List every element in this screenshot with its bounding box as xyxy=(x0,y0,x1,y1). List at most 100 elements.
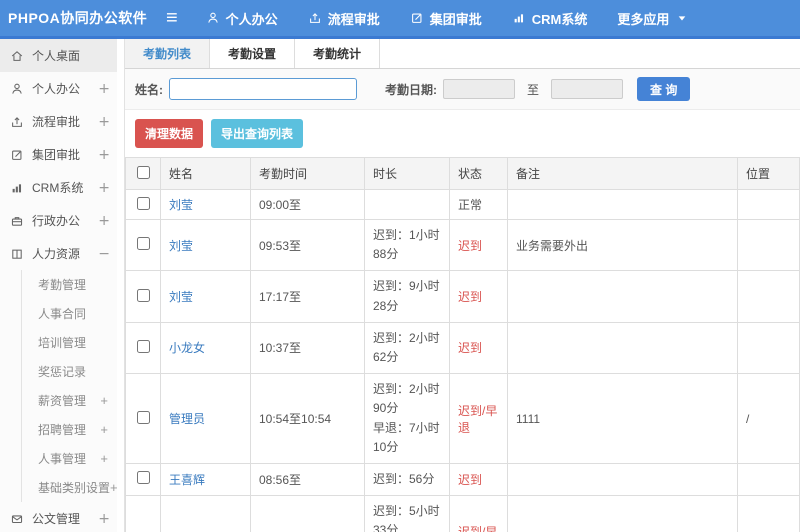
export-list-button[interactable]: 导出查询列表 xyxy=(211,119,304,148)
expand-toggle-icon[interactable]: + xyxy=(98,81,118,97)
nav-item-4[interactable]: CRM系统 xyxy=(512,9,588,28)
date-to-input[interactable] xyxy=(551,79,624,99)
chart-icon xyxy=(10,181,24,195)
nav-item-2[interactable]: 流程审批 xyxy=(308,9,380,28)
status-badge: 迟到/早退 xyxy=(458,525,497,532)
expand-toggle-icon[interactable]: + xyxy=(100,422,124,437)
cell-time: 10:37至 xyxy=(250,321,365,375)
sidebar-subitem-8[interactable]: 基础类别设置 + xyxy=(22,473,124,502)
sidebar-subitem-7[interactable]: 人事管理 + xyxy=(22,444,124,473)
expand-toggle-icon[interactable]: + xyxy=(110,480,124,495)
sidebar-subitem-label: 培训管理 xyxy=(38,336,87,350)
row-checkbox-cell xyxy=(125,495,161,532)
edit-icon xyxy=(10,148,24,162)
select-all-checkbox-cell xyxy=(125,157,161,190)
cell-time: 10:54至10:54 xyxy=(250,373,365,464)
date-from-input[interactable] xyxy=(443,79,515,99)
sidebar-item-3[interactable]: 流程审批 + xyxy=(0,105,124,138)
sidebar-item-1[interactable]: 个人桌面 xyxy=(0,39,124,72)
clean-data-button[interactable]: 清理数据 xyxy=(135,119,204,148)
row-checkbox[interactable] xyxy=(136,471,150,485)
nav-item-label: 更多应用 xyxy=(617,11,670,27)
cell-name: 刘莹 xyxy=(160,218,251,272)
cell-location: / xyxy=(737,373,800,464)
employee-name-link[interactable]: 刘莹 xyxy=(169,239,193,253)
tab-3[interactable]: 考勤统计 xyxy=(295,39,381,68)
cell-name: 王喜辉 xyxy=(160,462,251,497)
cell-duration: 迟到：2小时90分 早退：7小时10分 xyxy=(364,373,450,464)
cell-name: 管理员 xyxy=(160,373,251,464)
cell-location xyxy=(737,218,800,272)
status-badge: 迟到 xyxy=(458,341,483,356)
sidebar-item-2[interactable]: 个人办公 + xyxy=(0,72,124,105)
cell-location xyxy=(737,462,800,497)
nav-item-3[interactable]: 集团审批 xyxy=(410,9,482,28)
sidebar-item-4[interactable]: 集团审批 + xyxy=(0,138,124,171)
column-header: 状态 xyxy=(449,157,508,190)
column-header: 姓名 xyxy=(160,157,251,190)
sidebar-subitem-1[interactable]: 考勤管理 xyxy=(22,270,124,299)
status-badge: 迟到 xyxy=(458,238,483,253)
row-checkbox[interactable] xyxy=(136,288,150,302)
sidebar-item-5[interactable]: CRM系统 + xyxy=(0,171,124,204)
nav-item-5[interactable]: 更多应用 xyxy=(617,9,695,28)
expand-toggle-icon[interactable]: + xyxy=(98,114,118,130)
cell-duration xyxy=(364,189,450,220)
row-checkbox[interactable] xyxy=(136,237,150,251)
attendance-table-area: 姓名 考勤时间 时长 状态 备注 位置 刘莹 09:00至 正常 刘莹 09:53至 迟到：1小时8… xyxy=(125,157,800,532)
expand-toggle-icon[interactable]: + xyxy=(98,213,118,229)
expand-toggle-icon[interactable]: + xyxy=(100,393,124,408)
sidebar-subitem-5[interactable]: 薪资管理 + xyxy=(22,386,124,415)
employee-name-link[interactable]: 刘莹 xyxy=(169,198,193,212)
tab-1[interactable]: 考勤列表 xyxy=(125,39,211,68)
name-filter-input[interactable] xyxy=(169,78,357,100)
nav-item-label: CRM系统 xyxy=(531,11,588,27)
nav-item-label: 流程审批 xyxy=(327,11,380,27)
sidebar-item-6[interactable]: 行政办公 + xyxy=(0,204,124,237)
expand-toggle-icon[interactable]: + xyxy=(98,147,118,163)
table-header-row: 姓名 考勤时间 时长 状态 备注 位置 xyxy=(125,157,800,190)
row-checkbox-cell xyxy=(125,462,161,497)
expand-toggle-icon[interactable]: + xyxy=(100,451,124,466)
sidebar-item-8[interactable]: 公文管理 + xyxy=(0,502,124,532)
row-checkbox[interactable] xyxy=(136,339,150,353)
table-row: 刘莹 09:53至 迟到：1小时88分 迟到 业务需要外出 xyxy=(125,218,800,272)
hamburger-menu-icon[interactable]: ≡ xyxy=(166,8,178,28)
nav-item-1[interactable]: 个人办公 xyxy=(206,9,278,28)
sidebar-subitem-4[interactable]: 奖惩记录 xyxy=(22,357,124,386)
cell-duration: 迟到：1小时88分 xyxy=(364,218,450,272)
row-checkbox-cell xyxy=(125,321,161,375)
expand-toggle-icon[interactable]: − xyxy=(98,246,118,262)
sidebar-subitem-3[interactable]: 培训管理 xyxy=(22,328,124,357)
employee-name-link[interactable]: 王喜辉 xyxy=(169,473,205,487)
sidebar-subitem-label: 奖惩记录 xyxy=(38,365,87,379)
cell-note: 1111 xyxy=(507,373,738,464)
sidebar-subitem-6[interactable]: 招聘管理 + xyxy=(22,415,124,444)
employee-name-link[interactable]: 管理员 xyxy=(169,412,205,426)
cell-status: 迟到 xyxy=(449,462,508,497)
filter-bar: 姓名: 考勤日期: 至 查 询 xyxy=(125,69,800,110)
cell-duration: 迟到：2小时62分 xyxy=(364,321,450,375)
row-checkbox[interactable] xyxy=(136,410,150,424)
sidebar-subitem-2[interactable]: 人事合同 xyxy=(22,299,124,328)
expand-toggle-icon[interactable]: + xyxy=(98,511,118,527)
employee-name-link[interactable]: 刘莹 xyxy=(169,290,193,304)
employee-name-link[interactable]: 小龙女 xyxy=(169,341,205,355)
tab-2[interactable]: 考勤设置 xyxy=(210,39,296,68)
sidebar-subitem-label: 薪资管理 xyxy=(38,394,87,408)
cell-name: 刘莹 xyxy=(160,189,251,220)
table-row: 刘莹 09:00至 正常 xyxy=(125,189,800,220)
expand-toggle-icon[interactable]: + xyxy=(98,180,118,196)
select-all-checkbox[interactable] xyxy=(136,165,150,179)
top-nav: 个人办公 流程审批 集团审批 CRM系统 更多应用 xyxy=(206,9,726,28)
sidebar: 个人桌面 个人办公 + 流程审批 + 集团审批 + CRM系统 + 行政办公 + 人力资源 − 考勤管理人… xyxy=(0,39,125,532)
sidebar-item-label: 行政办公 xyxy=(32,214,81,228)
table-row: 王喜辉 08:56至 迟到：56分 迟到 xyxy=(125,462,800,497)
row-checkbox[interactable] xyxy=(136,196,150,210)
duration-line: 迟到：2小时90分 xyxy=(373,382,440,416)
top-header: PHPOA协同办公软件 ≡ 个人办公 流程审批 集团审批 CRM系统 更多应用 xyxy=(0,0,800,36)
query-button[interactable]: 查 询 xyxy=(637,77,691,101)
sidebar-item-7[interactable]: 人力资源 − xyxy=(0,237,124,270)
sidebar-item-label: 人力资源 xyxy=(32,247,81,261)
table-row: 刘莹 17:17至 迟到：9小时28分 迟到 xyxy=(125,270,800,323)
